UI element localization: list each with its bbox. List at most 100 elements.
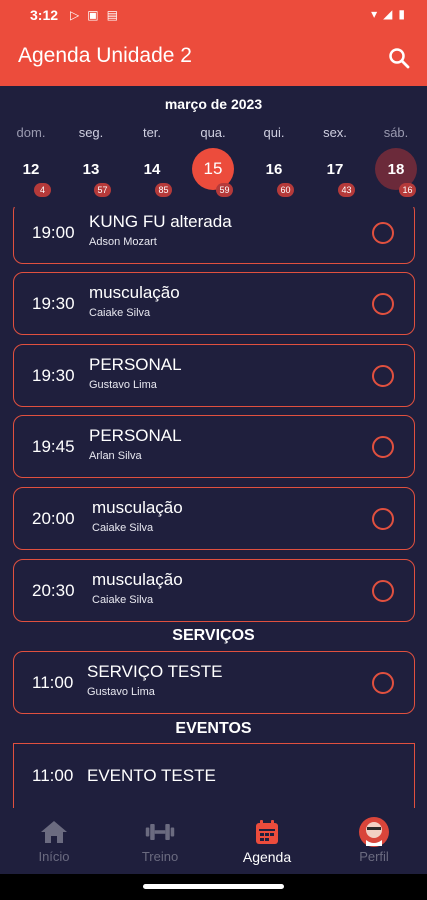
nav-item-agenda[interactable]: Agenda [227, 818, 307, 865]
home-icon [38, 818, 70, 846]
appointment-professional: Caiake Silva [89, 307, 151, 319]
gesture-navigation-bar [0, 874, 427, 900]
play-store-icon: ▷ [70, 8, 80, 22]
checkin-radio[interactable] [372, 508, 394, 530]
page-title: Agenda Unidade 2 [18, 44, 192, 67]
message-notif-icon: ▤ [106, 8, 118, 22]
day-number-wrap: 13 57 [70, 148, 112, 197]
checkin-radio[interactable] [372, 672, 394, 694]
day-name: ter. [142, 125, 162, 140]
system-icons: ▾ ◢ ▮ [371, 7, 405, 21]
nav-label: Início [38, 849, 70, 864]
day-selector: dom. 12 4 seg. 13 57 ter. 14 85 qua. 15 … [0, 123, 427, 203]
home-gesture-handle[interactable] [143, 884, 284, 889]
day-number: 16 [265, 160, 283, 178]
event-time: 11:00 [32, 766, 74, 785]
appointment-card[interactable]: 20:30 musculação Caiake Silva [13, 559, 415, 622]
appointment-professional: Arlan Silva [89, 450, 142, 462]
day-name: qua. [200, 125, 226, 140]
appointment-professional: Caiake Silva [92, 522, 154, 534]
appointment-time: 20:00 [32, 509, 75, 528]
month-label: março de 2023 [164, 96, 263, 112]
appointment-card[interactable]: 19:00 KUNG FU alterada Adson Mozart [13, 207, 415, 264]
day-number-wrap: 17 43 [314, 148, 356, 197]
event-title: EVENTO TESTE [87, 766, 216, 785]
battery-icon: ▮ [398, 7, 405, 21]
day-name: qui. [263, 125, 285, 140]
day-number-today: 15 59 [192, 148, 234, 197]
day-count-badge: 85 [155, 183, 172, 197]
day-number-selected: 18 16 [375, 148, 417, 197]
appointment-title: PERSONAL [89, 426, 182, 445]
day-item-wednesday[interactable]: qua. 15 59 [188, 123, 238, 197]
appointment-card[interactable]: 19:30 PERSONAL Gustavo Lima [13, 344, 415, 407]
avatar-icon [358, 817, 390, 847]
status-time: 3:12 [30, 7, 59, 23]
notification-icons: ▷ ▣ ▤ [70, 8, 118, 22]
checkin-radio[interactable] [372, 293, 394, 315]
checkin-radio[interactable] [372, 580, 394, 602]
day-number-wrap: 12 4 [10, 148, 52, 197]
day-number: 18 [387, 160, 405, 178]
day-number-wrap: 16 60 [253, 148, 295, 197]
day-number: 14 [143, 160, 161, 178]
checkin-radio[interactable] [372, 365, 394, 387]
search-button[interactable] [385, 44, 413, 72]
appointment-title: PERSONAL [89, 355, 182, 374]
day-item-thursday[interactable]: qui. 16 60 [249, 123, 299, 197]
day-count-badge: 16 [399, 183, 416, 197]
dumbbell-icon [144, 818, 176, 846]
day-name: dom. [16, 125, 46, 140]
day-count-badge: 4 [34, 183, 51, 197]
service-title: SERVIÇO TESTE [87, 662, 223, 681]
event-card[interactable]: 11:00 EVENTO TESTE [13, 743, 415, 808]
signal-icon: ◢ [383, 7, 393, 21]
day-item-friday[interactable]: sex. 17 43 [310, 123, 360, 197]
nav-label: Agenda [242, 849, 292, 865]
appointment-title: musculação [92, 570, 183, 589]
day-count-badge: 57 [94, 183, 111, 197]
services-section-title: SERVIÇOS [172, 627, 255, 644]
appointment-professional: Adson Mozart [89, 236, 157, 248]
appointment-title: KUNG FU alterada [89, 212, 232, 231]
checkin-radio[interactable] [372, 222, 394, 244]
appointment-time: 19:00 [32, 223, 75, 242]
calendar-notif-icon: ▣ [87, 8, 99, 22]
day-number: 17 [326, 160, 344, 178]
day-name: sáb. [383, 125, 409, 140]
nav-item-treino[interactable]: Treino [120, 818, 200, 864]
appointment-card[interactable]: 20:00 musculação Caiake Silva [13, 487, 415, 550]
day-item-monday[interactable]: seg. 13 57 [66, 123, 116, 197]
checkin-radio[interactable] [372, 436, 394, 458]
nav-label: Treino [141, 849, 179, 864]
service-card[interactable]: 11:00 SERVIÇO TESTE Gustavo Lima [13, 651, 415, 714]
service-time: 11:00 [32, 673, 74, 692]
appointment-title: musculação [92, 498, 183, 517]
day-name: seg. [78, 125, 104, 140]
day-count-badge: 60 [277, 183, 294, 197]
app-bar: Agenda Unidade 2 [0, 30, 427, 86]
appointment-card[interactable]: 19:30 musculação Caiake Silva [13, 272, 415, 335]
day-number: 13 [82, 160, 100, 178]
day-count-badge: 43 [338, 183, 355, 197]
appointment-professional: Gustavo Lima [89, 379, 157, 391]
appointment-title: musculação [89, 283, 180, 302]
appointment-time: 19:30 [32, 366, 75, 385]
appointment-list[interactable]: 19:00 KUNG FU alterada Adson Mozart 19:3… [0, 207, 427, 808]
day-item-saturday[interactable]: sáb. 18 16 [371, 123, 421, 197]
appointment-time: 19:45 [32, 437, 75, 456]
day-count-badge: 59 [216, 183, 233, 197]
nav-item-inicio[interactable]: Início [14, 818, 94, 864]
status-bar: 3:12 ▷ ▣ ▤ ▾ ◢ ▮ [0, 0, 427, 30]
bottom-navigation: Início Treino Agenda Perfil [0, 808, 427, 874]
appointment-card[interactable]: 19:45 PERSONAL Arlan Silva [13, 415, 415, 478]
day-item-sunday[interactable]: dom. 12 4 [6, 123, 56, 197]
appointment-professional: Caiake Silva [92, 594, 154, 606]
nav-label: Perfil [359, 849, 389, 864]
day-item-tuesday[interactable]: ter. 14 85 [127, 123, 177, 197]
events-section-title: EVENTOS [175, 720, 252, 737]
calendar-icon [251, 818, 283, 846]
appointment-time: 20:30 [32, 581, 75, 600]
service-professional: Gustavo Lima [87, 686, 155, 698]
nav-item-perfil[interactable]: Perfil [334, 817, 414, 864]
